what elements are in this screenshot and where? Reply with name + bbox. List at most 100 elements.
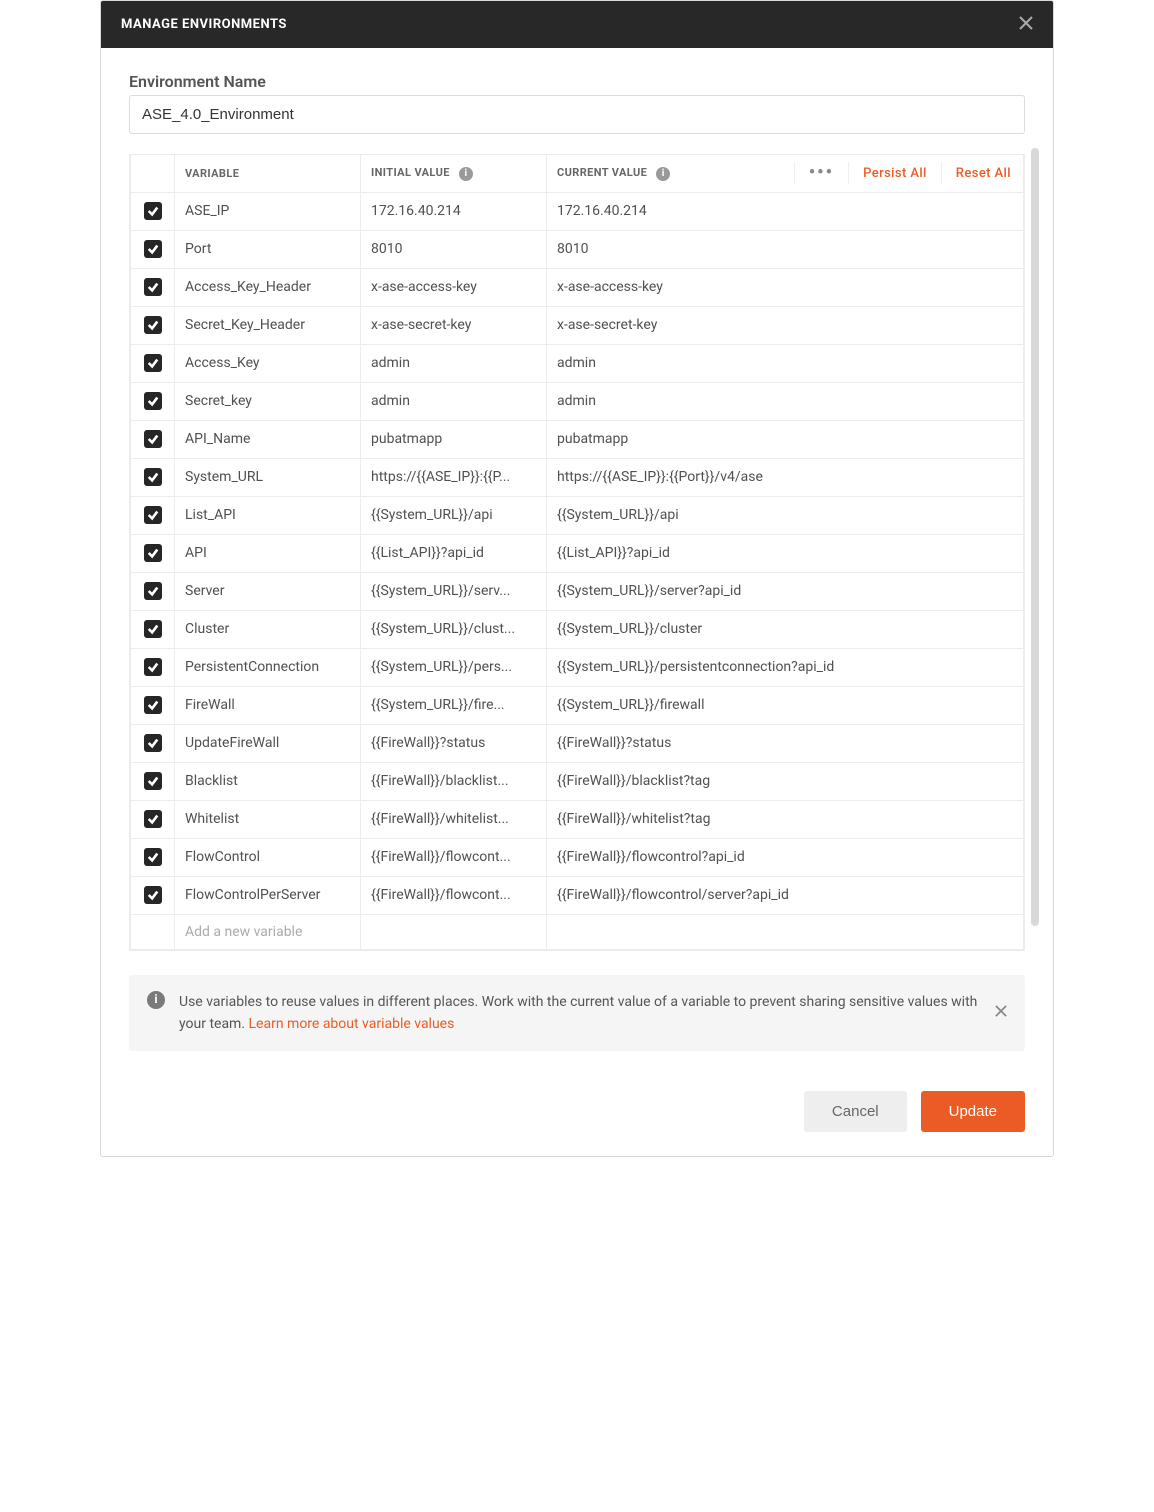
variable-name-cell[interactable]: Secret_Key_Header: [175, 306, 361, 344]
variable-name-cell[interactable]: Access_Key_Header: [175, 268, 361, 306]
initial-value-cell[interactable]: {{FireWall}}/flowcont...: [361, 876, 547, 914]
row-checkbox[interactable]: [144, 240, 162, 258]
more-actions-button[interactable]: •••: [809, 164, 834, 182]
variable-name-cell[interactable]: FlowControl: [175, 838, 361, 876]
row-checkbox[interactable]: [144, 582, 162, 600]
current-value-cell[interactable]: {{FireWall}}/flowcontrol?api_id: [547, 838, 1024, 876]
scrollbar[interactable]: [1031, 148, 1039, 951]
initial-value-cell[interactable]: {{System_URL}}/pers...: [361, 648, 547, 686]
row-checkbox[interactable]: [144, 354, 162, 372]
variable-name-cell[interactable]: System_URL: [175, 458, 361, 496]
variable-name-cell[interactable]: PersistentConnection: [175, 648, 361, 686]
current-value-cell[interactable]: 172.16.40.214: [547, 192, 1024, 230]
initial-value-cell[interactable]: {{System_URL}}/clust...: [361, 610, 547, 648]
current-value-cell[interactable]: x-ase-secret-key: [547, 306, 1024, 344]
dismiss-help-icon[interactable]: [995, 1002, 1007, 1024]
info-icon[interactable]: i: [656, 167, 670, 181]
row-checkbox[interactable]: [144, 392, 162, 410]
row-checkbox[interactable]: [144, 696, 162, 714]
initial-value-cell[interactable]: pubatmapp: [361, 420, 547, 458]
variable-name-cell[interactable]: Server: [175, 572, 361, 610]
initial-value-cell[interactable]: admin: [361, 382, 547, 420]
variable-name-cell[interactable]: FireWall: [175, 686, 361, 724]
initial-value-cell[interactable]: admin: [361, 344, 547, 382]
variable-name-cell[interactable]: Port: [175, 230, 361, 268]
persist-all-button[interactable]: Persist All: [863, 166, 927, 181]
variable-name-cell[interactable]: Blacklist: [175, 762, 361, 800]
current-value-cell[interactable]: {{FireWall}}/blacklist?tag: [547, 762, 1024, 800]
reset-all-button[interactable]: Reset All: [956, 166, 1011, 181]
current-value-cell[interactable]: {{System_URL}}/cluster: [547, 610, 1024, 648]
variable-name-cell[interactable]: Whitelist: [175, 800, 361, 838]
row-checkbox[interactable]: [144, 316, 162, 334]
variable-name-cell[interactable]: Secret_key: [175, 382, 361, 420]
initial-value-cell[interactable]: {{FireWall}}/blacklist...: [361, 762, 547, 800]
current-value-cell[interactable]: pubatmapp: [547, 420, 1024, 458]
row-checkbox[interactable]: [144, 506, 162, 524]
row-checkbox[interactable]: [144, 202, 162, 220]
variable-name-cell[interactable]: Access_Key: [175, 344, 361, 382]
current-value-cell[interactable]: {{System_URL}}/firewall: [547, 686, 1024, 724]
table-row: Whitelist{{FireWall}}/whitelist...{{Fire…: [131, 800, 1024, 838]
current-value-cell[interactable]: admin: [547, 344, 1024, 382]
variable-name-cell[interactable]: UpdateFireWall: [175, 724, 361, 762]
initial-value-cell[interactable]: {{FireWall}}/whitelist...: [361, 800, 547, 838]
row-checkbox[interactable]: [144, 734, 162, 752]
initial-value-cell[interactable]: x-ase-access-key: [361, 268, 547, 306]
variable-name-cell[interactable]: ASE_IP: [175, 192, 361, 230]
row-checkbox[interactable]: [144, 658, 162, 676]
row-checkbox[interactable]: [144, 430, 162, 448]
table-row: API_Namepubatmapppubatmapp: [131, 420, 1024, 458]
variables-table: VARIABLE INITIAL VALUE i CURRENT VALUE: [130, 154, 1024, 950]
initial-value-cell[interactable]: {{System_URL}}/fire...: [361, 686, 547, 724]
new-variable-row[interactable]: Add a new variable: [131, 914, 1024, 949]
current-value-cell[interactable]: {{System_URL}}/server?api_id: [547, 572, 1024, 610]
row-checkbox[interactable]: [144, 772, 162, 790]
row-checkbox[interactable]: [144, 544, 162, 562]
current-value-cell[interactable]: https://{{ASE_IP}}:{{Port}}/v4/ase: [547, 458, 1024, 496]
row-checkbox[interactable]: [144, 468, 162, 486]
row-checkbox[interactable]: [144, 886, 162, 904]
current-value-cell[interactable]: {{System_URL}}/api: [547, 496, 1024, 534]
table-row: FlowControlPerServer{{FireWall}}/flowcon…: [131, 876, 1024, 914]
modal-title: MANAGE ENVIRONMENTS: [121, 17, 287, 32]
current-value-cell[interactable]: admin: [547, 382, 1024, 420]
variable-name-cell[interactable]: API: [175, 534, 361, 572]
initial-value-cell[interactable]: {{FireWall}}?status: [361, 724, 547, 762]
environment-name-label: Environment Name: [129, 72, 1025, 91]
current-value-cell[interactable]: {{List_API}}?api_id: [547, 534, 1024, 572]
cancel-button[interactable]: Cancel: [804, 1091, 907, 1132]
variable-name-cell[interactable]: Cluster: [175, 610, 361, 648]
current-value-cell[interactable]: {{FireWall}}/whitelist?tag: [547, 800, 1024, 838]
variable-name-cell[interactable]: List_API: [175, 496, 361, 534]
column-header-checkbox: [131, 155, 175, 193]
row-checkbox[interactable]: [144, 620, 162, 638]
learn-more-link[interactable]: Learn more about variable values: [249, 1016, 455, 1032]
new-variable-placeholder[interactable]: Add a new variable: [175, 914, 361, 949]
initial-value-cell[interactable]: x-ase-secret-key: [361, 306, 547, 344]
initial-value-cell[interactable]: 8010: [361, 230, 547, 268]
initial-value-cell[interactable]: {{System_URL}}/api: [361, 496, 547, 534]
initial-value-cell[interactable]: 172.16.40.214: [361, 192, 547, 230]
variable-name-cell[interactable]: API_Name: [175, 420, 361, 458]
row-checkbox[interactable]: [144, 848, 162, 866]
modal-body: Environment Name VARIABLE: [101, 48, 1053, 1071]
environment-name-input[interactable]: [129, 95, 1025, 134]
update-button[interactable]: Update: [921, 1091, 1025, 1132]
row-checkbox[interactable]: [144, 810, 162, 828]
row-checkbox[interactable]: [144, 278, 162, 296]
info-icon[interactable]: i: [459, 167, 473, 181]
close-icon[interactable]: [1019, 15, 1033, 34]
table-row: Access_Key_Headerx-ase-access-keyx-ase-a…: [131, 268, 1024, 306]
current-value-cell[interactable]: {{System_URL}}/persistentconnection?api_…: [547, 648, 1024, 686]
current-value-cell[interactable]: {{FireWall}}/flowcontrol/server?api_id: [547, 876, 1024, 914]
current-value-cell[interactable]: {{FireWall}}?status: [547, 724, 1024, 762]
initial-value-cell[interactable]: {{FireWall}}/flowcont...: [361, 838, 547, 876]
initial-value-cell[interactable]: https://{{ASE_IP}}:{{P...: [361, 458, 547, 496]
variable-name-cell[interactable]: FlowControlPerServer: [175, 876, 361, 914]
initial-value-cell[interactable]: {{System_URL}}/serv...: [361, 572, 547, 610]
initial-value-cell[interactable]: {{List_API}}?api_id: [361, 534, 547, 572]
current-value-cell[interactable]: 8010: [547, 230, 1024, 268]
current-value-cell[interactable]: x-ase-access-key: [547, 268, 1024, 306]
column-header-initial-value: INITIAL VALUE i: [361, 155, 547, 193]
